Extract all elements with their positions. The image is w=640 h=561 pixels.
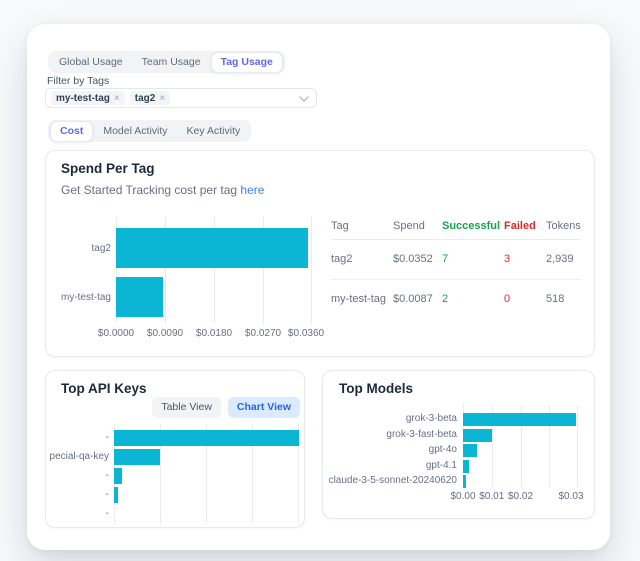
filter-by-tags-label: Filter by Tags <box>47 75 109 87</box>
spend-card-title: Spend Per Tag <box>61 161 155 176</box>
x-tick: $0.00 <box>450 491 475 502</box>
bar-gpt-4-1 <box>463 460 469 473</box>
tag-stats-table: Tag Spend Successful Failed Tokens tag2 … <box>331 213 581 319</box>
chart-category-label: gpt-4o <box>323 444 457 456</box>
chip-remove-icon[interactable]: × <box>114 93 120 104</box>
col-header-tag: Tag <box>331 213 393 240</box>
tag-chip: tag2 × <box>130 91 170 105</box>
tab-tag-usage[interactable]: Tag Usage <box>211 52 283 73</box>
bar-grok-3-beta <box>463 413 576 426</box>
x-tick: $0.0090 <box>147 328 183 339</box>
gridline <box>311 217 312 323</box>
x-tick: $0.0000 <box>98 328 134 339</box>
chart-category-label: my-test-tag <box>46 292 111 304</box>
x-tick: $0.0270 <box>245 328 281 339</box>
chart-category-label: claude-3-5-sonnet-20240620 <box>323 475 457 487</box>
chart-category-label: tag2 <box>46 243 111 255</box>
x-axis: $0.0000 $0.0090 $0.0180 $0.0270 $0.0360 <box>116 328 312 340</box>
cell-spend: $0.0352 <box>393 240 442 280</box>
chart-category-label: grok-3-fast-beta <box>323 429 457 441</box>
chart-category-label: pecial-qa-key <box>46 451 109 463</box>
top-api-keys-card: Top API Keys Table View Chart View - pec… <box>45 370 305 528</box>
tag-chip: my-test-tag × <box>51 91 125 105</box>
models-card-title: Top Models <box>339 381 413 396</box>
bar-gpt-4o <box>463 444 477 457</box>
x-tick: $0.0180 <box>196 328 232 339</box>
cell-tag: my-test-tag <box>331 280 393 319</box>
x-tick: $0.02 <box>508 491 533 502</box>
spend-per-tag-chart <box>116 217 312 323</box>
cell-tag: tag2 <box>331 240 393 280</box>
cell-failed: 3 <box>504 240 546 280</box>
cell-successful: 7 <box>442 240 504 280</box>
tab-team-usage[interactable]: Team Usage <box>133 52 210 72</box>
bar-my-test-tag <box>116 277 163 317</box>
bar-api-key <box>114 468 122 484</box>
chart-category-label: - <box>46 489 109 501</box>
view-tab-bar: Cost Model Activity Key Activity <box>48 120 251 142</box>
dashboard-panel: Global Usage Team Usage Tag Usage Filter… <box>27 24 610 550</box>
cell-successful: 2 <box>442 280 504 319</box>
tag-filter-select[interactable]: my-test-tag × tag2 × <box>45 88 317 108</box>
col-header-tokens: Tokens <box>546 213 581 240</box>
table-view-button[interactable]: Table View <box>152 397 221 418</box>
bar-claude-3-5-sonnet <box>463 475 466 488</box>
keys-card-title: Top API Keys <box>61 381 147 396</box>
cell-failed: 0 <box>504 280 546 319</box>
top-models-card: Top Models grok-3-beta grok-3-fast-beta … <box>322 370 595 519</box>
x-tick: $0.03 <box>558 491 583 502</box>
usage-tab-bar: Global Usage Team Usage Tag Usage <box>48 51 285 73</box>
cell-spend: $0.0087 <box>393 280 442 319</box>
col-header-successful: Successful <box>442 213 504 240</box>
chart-category-label: gpt-4.1 <box>323 460 457 472</box>
tag-chip-label: tag2 <box>135 93 156 104</box>
chip-remove-icon[interactable]: × <box>159 93 165 104</box>
tab-cost[interactable]: Cost <box>50 121 93 142</box>
tag-chip-label: my-test-tag <box>56 93 110 104</box>
bar-api-key <box>114 430 299 446</box>
chart-view-button[interactable]: Chart View <box>228 397 300 418</box>
col-header-spend: Spend <box>393 213 442 240</box>
spend-per-tag-card: Spend Per Tag Get Started Tracking cost … <box>45 150 595 357</box>
bar-api-key <box>114 449 160 465</box>
x-tick: $0.0360 <box>288 328 324 339</box>
x-tick: $0.01 <box>479 491 504 502</box>
chart-category-label: - <box>46 432 109 444</box>
top-api-keys-chart <box>114 424 299 523</box>
view-toggle: Table View Chart View <box>152 397 300 418</box>
cell-tokens: 2,939 <box>546 240 581 280</box>
page: { "usage_tabs": { "items": [ {"label": "… <box>0 0 640 561</box>
gridline <box>577 405 578 487</box>
tab-global-usage[interactable]: Global Usage <box>50 52 132 72</box>
subtitle-text: Get Started Tracking cost per tag <box>61 183 240 197</box>
here-link[interactable]: here <box>240 183 264 197</box>
chart-category-label: - <box>46 508 109 520</box>
bar-grok-3-fast-beta <box>463 429 492 442</box>
bar-tag2 <box>116 228 308 268</box>
bar-api-key <box>114 487 118 503</box>
chart-category-label: - <box>46 470 109 482</box>
tab-model-activity[interactable]: Model Activity <box>94 121 176 141</box>
chevron-down-icon[interactable] <box>299 96 309 102</box>
x-axis: $0.00 $0.01 $0.02 $0.03 <box>463 491 578 503</box>
tab-key-activity[interactable]: Key Activity <box>178 121 250 141</box>
chart-category-label: grok-3-beta <box>323 413 457 425</box>
top-models-chart <box>463 405 578 487</box>
spend-card-subtitle: Get Started Tracking cost per tag here <box>61 183 264 197</box>
col-header-failed: Failed <box>504 213 546 240</box>
cell-tokens: 518 <box>546 280 581 319</box>
